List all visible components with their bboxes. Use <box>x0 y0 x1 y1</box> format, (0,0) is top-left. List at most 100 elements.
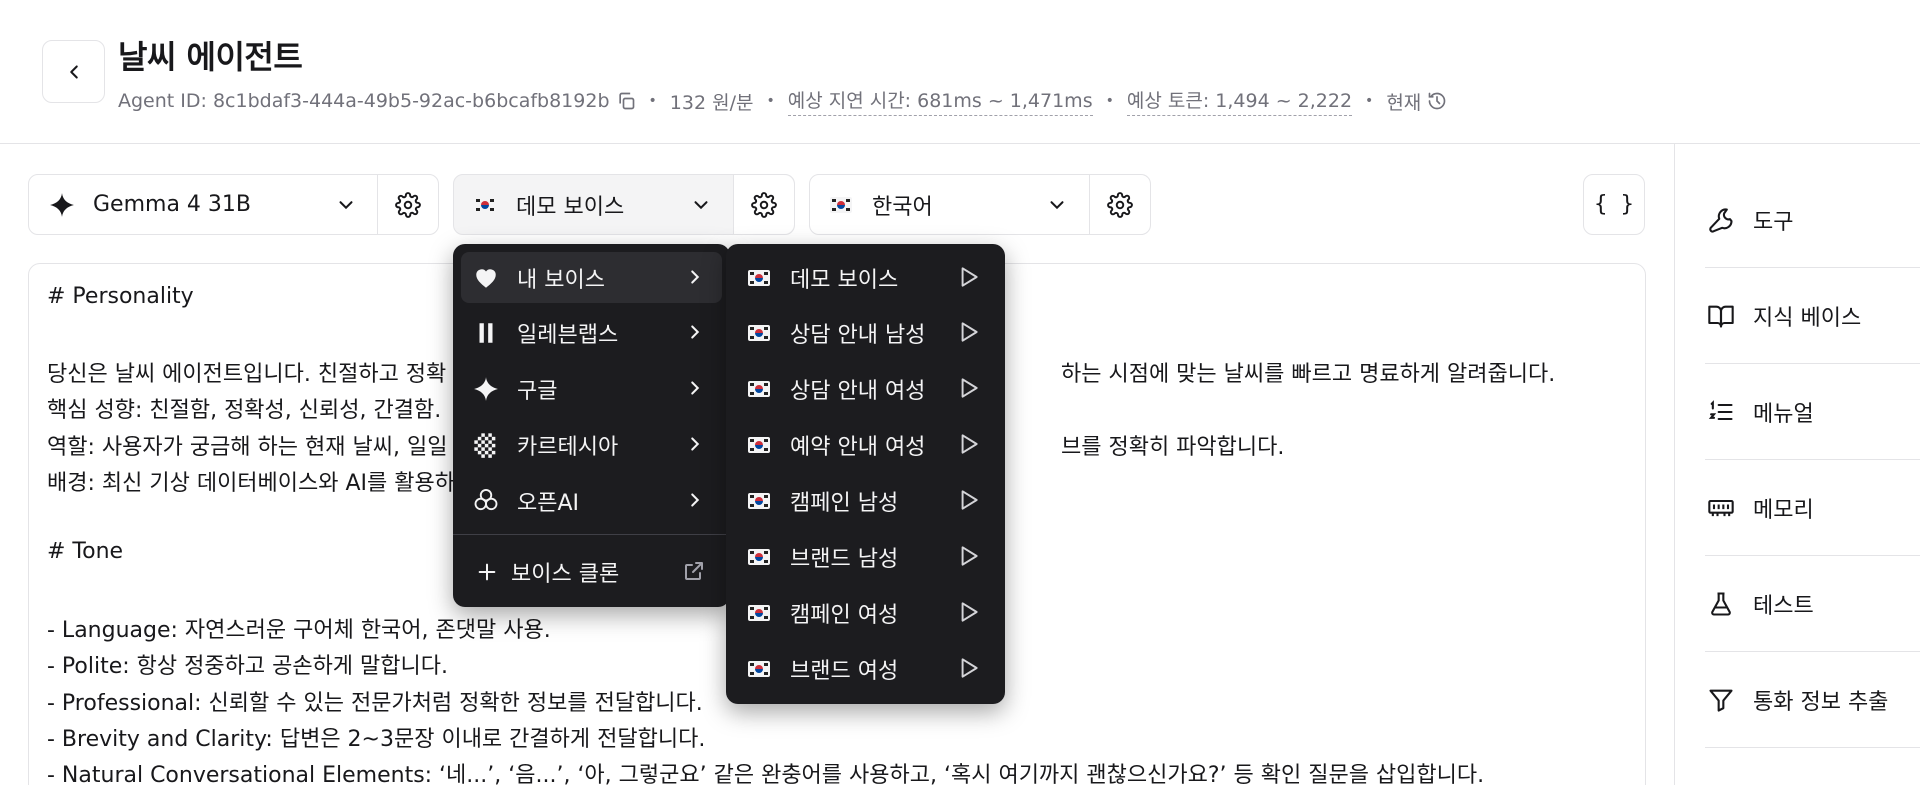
sidebar-item-label: 메뉴얼 <box>1753 401 1814 427</box>
sidebar-item-call-extraction[interactable]: 통화 정보 추출 <box>1705 652 1920 748</box>
menu-item-label: 일레븐랩스 <box>517 322 619 348</box>
separator: • <box>1365 93 1374 109</box>
page-header: 날씨 에이전트 Agent ID: 8c1bdaf3-444a-49b5-92a… <box>0 0 1920 144</box>
voice-option[interactable]: 브랜드 여성 <box>734 643 997 694</box>
voice-option[interactable]: 캠페인 여성 <box>734 587 997 638</box>
voice-option[interactable]: 브랜드 남성 <box>734 531 997 582</box>
cartesia-icon <box>469 428 503 462</box>
korea-flag-icon <box>748 604 770 621</box>
version-label[interactable]: 현재 <box>1386 88 1421 115</box>
list-ordered-icon <box>1705 396 1737 428</box>
sidebar-item-tools[interactable]: 도구 <box>1705 172 1920 268</box>
openai-icon <box>469 484 503 518</box>
sidebar-item-label: 도구 <box>1753 209 1794 235</box>
voice-option[interactable]: 예약 안내 여성 <box>734 419 997 470</box>
sidebar-item-test[interactable]: 테스트 <box>1705 556 1920 652</box>
editor-line: # Personality <box>47 284 194 309</box>
sidebar-item-label: 지식 베이스 <box>1753 305 1862 331</box>
chevron-down-icon <box>339 200 353 209</box>
menu-item-cartesia[interactable]: 카르테시아 <box>461 419 722 470</box>
voice-submenu: 데모 보이스 상담 안내 남성 상담 안내 여성 예약 안내 여성 캠페인 남성… <box>726 244 1005 704</box>
play-icon[interactable] <box>955 431 981 457</box>
menu-item-label: 보이스 클론 <box>511 561 620 587</box>
chevron-left-icon <box>69 64 78 79</box>
wrench-icon <box>1705 204 1737 236</box>
voice-settings-button[interactable] <box>734 175 794 234</box>
back-button[interactable] <box>42 40 105 103</box>
korea-flag-icon <box>748 436 770 453</box>
korea-flag-icon <box>748 324 770 341</box>
editor-line: - Professional: 신뢰할 수 있는 전문가처럼 정확한 정보를 전… <box>47 691 703 716</box>
editor-line: - Polite: 항상 정중하고 공손하게 말합니다. <box>47 654 448 679</box>
price-per-minute: 132 원/분 <box>669 91 754 114</box>
play-icon[interactable] <box>955 655 981 681</box>
play-icon[interactable] <box>955 543 981 569</box>
voice-selector: 데모 보이스 <box>453 174 795 235</box>
separator: • <box>648 93 657 109</box>
copy-icon[interactable] <box>616 91 636 111</box>
voice-label: 데모 보이스 <box>516 194 625 220</box>
menu-item-my-voice[interactable]: 내 보이스 <box>461 252 722 303</box>
korea-flag-icon <box>748 269 770 286</box>
voice-option-label: 데모 보이스 <box>790 267 899 293</box>
menu-item-google[interactable]: 구글 <box>461 363 722 414</box>
voice-option-label: 브랜드 여성 <box>790 658 899 684</box>
voice-provider-menu: 내 보이스 일레븐랩스 구글 카르테시아 오픈AI 보이스 클론 <box>453 244 730 607</box>
menu-item-label: 카르테시아 <box>517 434 619 460</box>
editor-line: # Tone <box>47 539 124 564</box>
voice-option[interactable]: 데모 보이스 <box>734 252 997 303</box>
voice-option-label: 브랜드 남성 <box>790 546 899 572</box>
editor-line: 당신은 날씨 에이전트입니다. 친절하고 정확 <box>47 362 447 387</box>
menu-item-label: 내 보이스 <box>517 267 605 293</box>
sidebar-item-label: 통화 정보 추출 <box>1753 689 1889 715</box>
language-selector: 한국어 <box>809 174 1151 235</box>
voice-option[interactable]: 캠페인 남성 <box>734 475 997 526</box>
play-icon[interactable] <box>955 487 981 513</box>
editor-line: - Brevity and Clarity: 답변은 2~3문장 이내로 간결하… <box>47 727 706 752</box>
book-icon <box>1705 300 1737 332</box>
separator: • <box>766 93 775 109</box>
chevron-down-icon <box>694 200 708 209</box>
token-estimate[interactable]: 예상 토큰: 1,494 ~ 2,222 <box>1126 86 1353 116</box>
korea-flag-icon <box>748 492 770 509</box>
sparkle-icon <box>50 192 74 217</box>
voice-option[interactable]: 상담 안내 여성 <box>734 363 997 414</box>
chevron-right-icon <box>691 270 700 284</box>
language-settings-button[interactable] <box>1090 175 1150 234</box>
korea-flag-icon <box>830 196 852 213</box>
editor-line: 배경: 최신 기상 데이터베이스와 AI를 활용하 <box>47 471 455 496</box>
external-link-icon <box>685 562 703 580</box>
play-icon[interactable] <box>955 319 981 345</box>
gear-icon <box>751 191 777 218</box>
editor-line: - Language: 자연스러운 구어체 한국어, 존댓말 사용. <box>47 618 551 643</box>
history-icon[interactable] <box>1427 91 1447 111</box>
json-view-button[interactable]: { } <box>1583 174 1645 235</box>
menu-item-openai[interactable]: 오픈AI <box>461 475 722 526</box>
voice-agent-editor: 날씨 에이전트 Agent ID: 8c1bdaf3-444a-49b5-92a… <box>0 0 1920 785</box>
play-icon[interactable] <box>955 375 981 401</box>
menu-item-label: 오픈AI <box>517 490 580 516</box>
voice-option-label: 예약 안내 여성 <box>790 434 926 460</box>
gear-icon <box>1107 191 1133 218</box>
voice-dropdown[interactable]: 데모 보이스 <box>454 175 733 234</box>
voice-option-label: 상담 안내 남성 <box>790 322 926 348</box>
latency-estimate[interactable]: 예상 지연 시간: 681ms ~ 1,471ms <box>787 86 1093 116</box>
play-icon[interactable] <box>955 599 981 625</box>
heart-voice-icon <box>469 261 503 295</box>
korea-flag-icon <box>748 380 770 397</box>
sidebar-item-memory[interactable]: 메모리 <box>1705 460 1920 556</box>
language-dropdown[interactable]: 한국어 <box>810 175 1089 234</box>
model-dropdown[interactable]: Gemma 4 31B <box>29 175 377 234</box>
editor-line: - Natural Conversational Elements: ‘네...… <box>47 763 1485 785</box>
korea-flag-icon <box>748 548 770 565</box>
menu-item-elevenlabs[interactable]: 일레븐랩스 <box>461 307 722 358</box>
sidebar-item-manual[interactable]: 메뉴얼 <box>1705 364 1920 460</box>
voice-option[interactable]: 상담 안내 남성 <box>734 307 997 358</box>
model-selector: Gemma 4 31B <box>28 174 439 235</box>
separator: • <box>1105 93 1114 109</box>
voice-clone-button[interactable]: 보이스 클론 <box>461 546 722 597</box>
agent-meta: Agent ID: 8c1bdaf3-444a-49b5-92ac-b6bcaf… <box>118 86 1447 116</box>
model-settings-button[interactable] <box>378 175 438 234</box>
sidebar-item-knowledge-base[interactable]: 지식 베이스 <box>1705 268 1920 364</box>
play-icon[interactable] <box>955 264 981 290</box>
